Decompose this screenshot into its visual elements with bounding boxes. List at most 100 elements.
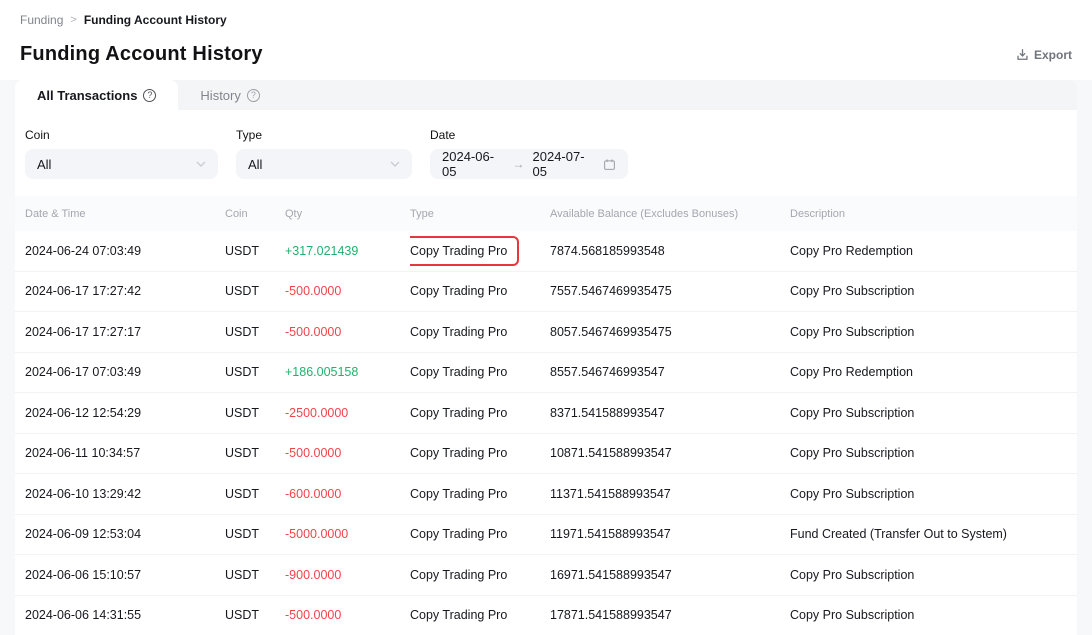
breadcrumb-current: Funding Account History [84,13,227,27]
transactions-table: Date & Time Coin Qty Type Available Bala… [15,196,1077,635]
cell-balance: 8057.5467469935475 [550,325,790,339]
cell-qty: -500.0000 [285,608,410,622]
chevron-down-icon [390,161,400,167]
cell-qty: -500.0000 [285,325,410,339]
type-filter-label: Type [236,128,412,142]
cell-datetime: 2024-06-17 17:27:42 [25,284,225,298]
coin-select-value: All [37,157,51,172]
cell-balance: 10871.541588993547 [550,446,790,460]
cell-qty: -2500.0000 [285,406,410,420]
cell-datetime: 2024-06-06 15:10:57 [25,568,225,582]
column-header-datetime: Date & Time [25,208,225,220]
cell-coin: USDT [225,406,285,420]
date-end-value[interactable]: 2024-07-05 [533,149,596,179]
cell-qty: -900.0000 [285,568,410,582]
cell-balance: 11371.541588993547 [550,487,790,501]
cell-type: Copy Trading Pro [410,608,550,622]
breadcrumb-funding-link[interactable]: Funding [20,13,63,27]
cell-type: Copy Trading Pro [410,487,550,501]
export-label: Export [1034,48,1072,62]
table-row: 2024-06-11 10:34:57USDT-500.0000Copy Tra… [15,434,1077,475]
export-icon [1016,48,1029,61]
breadcrumb-separator-icon: > [70,14,76,26]
cell-coin: USDT [225,487,285,501]
calendar-icon[interactable] [603,158,616,171]
cell-balance: 11971.541588993547 [550,527,790,541]
column-header-qty: Qty [285,208,410,220]
cell-qty: -500.0000 [285,284,410,298]
cell-datetime: 2024-06-11 10:34:57 [25,446,225,460]
date-filter-label: Date [430,128,628,142]
content-card: All Transactions ? History ? Coin All Ty… [15,80,1077,632]
tab-all-transactions-label: All Transactions [37,88,137,103]
filter-bar: Coin All Type All Date 2024-06-05 → [15,110,1077,196]
cell-type: Copy Trading Pro [410,365,550,379]
type-filter: Type All [236,128,412,179]
cell-description: Copy Pro Subscription [790,325,1077,339]
column-header-coin: Coin [225,208,285,220]
cell-coin: USDT [225,365,285,379]
table-row: 2024-06-10 13:29:42USDT-600.0000Copy Tra… [15,474,1077,515]
cell-coin: USDT [225,244,285,258]
table-row: 2024-06-17 17:27:42USDT-500.0000Copy Tra… [15,272,1077,313]
coin-select[interactable]: All [25,149,218,179]
column-header-type: Type [410,208,550,220]
coin-filter: Coin All [25,128,218,179]
cell-description: Copy Pro Subscription [790,406,1077,420]
cell-type: Copy Trading Pro [410,236,550,266]
coin-filter-label: Coin [25,128,218,142]
cell-qty: -600.0000 [285,487,410,501]
cell-description: Copy Pro Subscription [790,446,1077,460]
date-range-picker[interactable]: 2024-06-05 → 2024-07-05 [430,149,628,179]
type-select-value: All [248,157,262,172]
cell-type: Copy Trading Pro [410,446,550,460]
help-icon[interactable]: ? [143,89,156,102]
cell-description: Copy Pro Subscription [790,608,1077,622]
column-header-balance: Available Balance (Excludes Bonuses) [550,208,790,220]
date-filter: Date 2024-06-05 → 2024-07-05 [430,128,628,179]
cell-balance: 7557.5467469935475 [550,284,790,298]
table-header-row: Date & Time Coin Qty Type Available Bala… [15,196,1077,231]
cell-type: Copy Trading Pro [410,527,550,541]
cell-coin: USDT [225,446,285,460]
cell-description: Copy Pro Subscription [790,568,1077,582]
date-start-value[interactable]: 2024-06-05 [442,149,505,179]
breadcrumb: Funding > Funding Account History [20,13,1072,27]
table-row: 2024-06-17 07:03:49USDT+186.005158Copy T… [15,353,1077,394]
cell-description: Copy Pro Redemption [790,365,1077,379]
cell-datetime: 2024-06-06 14:31:55 [25,608,225,622]
cell-balance: 8557.546746993547 [550,365,790,379]
cell-datetime: 2024-06-17 17:27:17 [25,325,225,339]
cell-datetime: 2024-06-12 12:54:29 [25,406,225,420]
cell-datetime: 2024-06-24 07:03:49 [25,244,225,258]
cell-type: Copy Trading Pro [410,568,550,582]
chevron-down-icon [196,161,206,167]
highlight-box: Copy Trading Pro [410,236,519,266]
cell-qty: +317.021439 [285,244,410,258]
table-body: 2024-06-24 07:03:49USDT+317.021439Copy T… [15,231,1077,635]
cell-coin: USDT [225,284,285,298]
tab-bar: All Transactions ? History ? [15,80,1077,110]
page-header: Funding > Funding Account History Fundin… [0,0,1092,80]
table-row: 2024-06-06 15:10:57USDT-900.0000Copy Tra… [15,555,1077,596]
cell-description: Fund Created (Transfer Out to System) [790,527,1077,541]
cell-description: Copy Pro Redemption [790,244,1077,258]
tab-all-transactions[interactable]: All Transactions ? [15,80,178,110]
type-select[interactable]: All [236,149,412,179]
cell-balance: 7874.568185993548 [550,244,790,258]
cell-type: Copy Trading Pro [410,284,550,298]
cell-balance: 16971.541588993547 [550,568,790,582]
table-row: 2024-06-09 12:53:04USDT-5000.0000Copy Tr… [15,515,1077,556]
cell-coin: USDT [225,325,285,339]
cell-description: Copy Pro Subscription [790,284,1077,298]
cell-datetime: 2024-06-09 12:53:04 [25,527,225,541]
page-title: Funding Account History [20,43,263,66]
cell-coin: USDT [225,608,285,622]
table-row: 2024-06-12 12:54:29USDT-2500.0000Copy Tr… [15,393,1077,434]
help-icon[interactable]: ? [247,89,260,102]
cell-datetime: 2024-06-10 13:29:42 [25,487,225,501]
export-button[interactable]: Export [1016,48,1072,62]
date-range-arrow-icon: → [513,157,525,171]
cell-qty: +186.005158 [285,365,410,379]
tab-history[interactable]: History ? [178,80,281,110]
